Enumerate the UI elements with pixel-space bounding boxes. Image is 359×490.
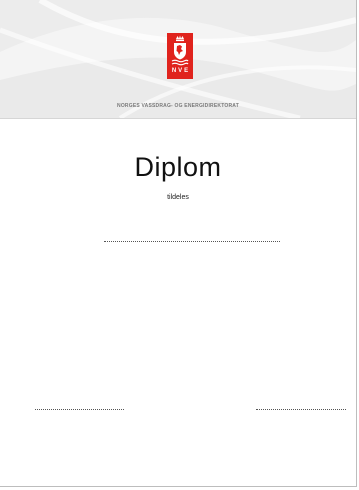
nve-logo: NVE bbox=[167, 33, 193, 79]
header-banner: NVE NORGES VASSDRAG- OG ENERGIDIREKTORAT bbox=[0, 0, 356, 119]
place-date-line bbox=[35, 409, 124, 410]
diploma-page: NVE NORGES VASSDRAG- OG ENERGIDIREKTORAT… bbox=[0, 0, 357, 487]
recipient-name-line bbox=[104, 241, 280, 242]
agency-name: NORGES VASSDRAG- OG ENERGIDIREKTORAT bbox=[117, 103, 239, 109]
certificate-subtitle: tildeles bbox=[167, 194, 189, 201]
signature-line bbox=[256, 409, 346, 410]
crown-lion-emblem-icon bbox=[171, 35, 189, 66]
certificate-title: Diplom bbox=[134, 152, 222, 182]
logo-text: NVE bbox=[171, 68, 191, 74]
